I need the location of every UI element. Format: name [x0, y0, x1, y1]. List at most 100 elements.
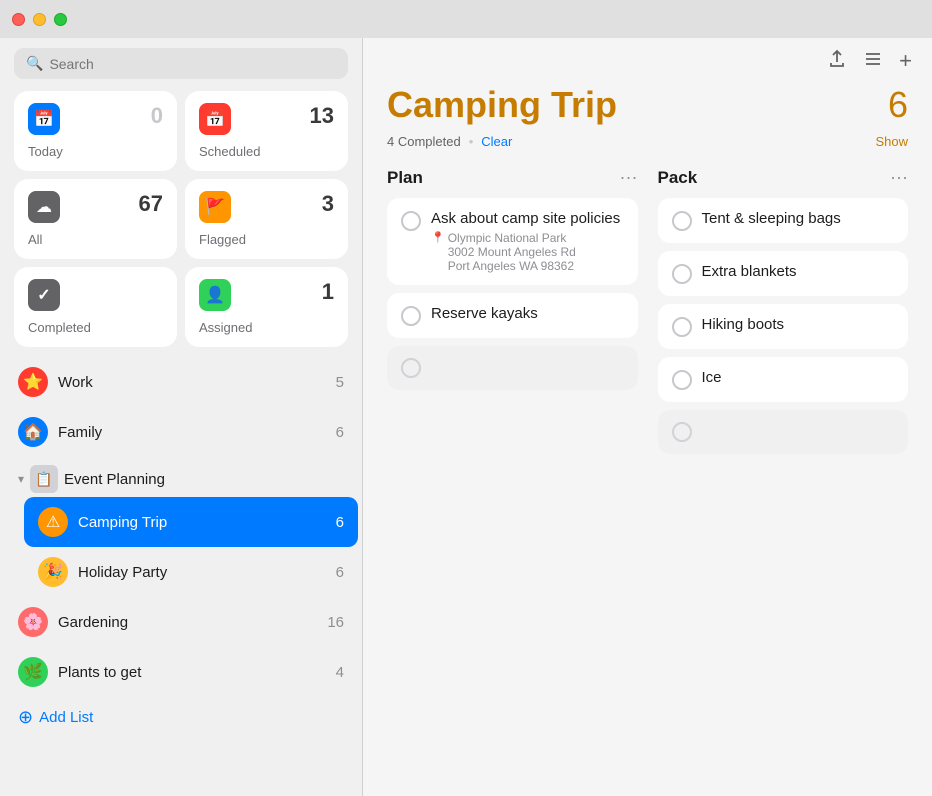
add-task-button[interactable]: + [899, 48, 912, 74]
task-content-3: Tent & sleeping bags [702, 210, 895, 227]
family-icon: 🏠 [18, 417, 48, 447]
task-ice[interactable]: Ice [658, 357, 909, 402]
assigned-icon: 👤 [199, 279, 231, 311]
holiday-party-count: 6 [336, 564, 344, 581]
all-icon: ☁ [28, 191, 60, 223]
list-item-plants-to-get[interactable]: 🌿 Plants to get 4 [4, 647, 358, 697]
task-placeholder-plan[interactable] [387, 346, 638, 390]
smart-list-completed[interactable]: ✓ Completed [14, 267, 177, 347]
list-title: Camping Trip [387, 84, 617, 126]
clear-button[interactable]: Clear [481, 134, 512, 149]
task-content-4: Extra blankets [702, 263, 895, 280]
task-checkbox-5[interactable] [672, 317, 692, 337]
task-reserve-kayaks[interactable]: Reserve kayaks [387, 293, 638, 338]
search-icon: 🔍 [26, 55, 43, 72]
search-bar[interactable]: 🔍 [14, 48, 348, 79]
scheduled-icon: 📅 [199, 103, 231, 135]
pack-column: Pack ··· Tent & sleeping bags [658, 167, 909, 462]
flagged-label: Flagged [199, 232, 334, 247]
camping-trip-label: Camping Trip [78, 514, 326, 531]
traffic-lights [12, 13, 67, 26]
location-icon: 📍 [431, 231, 445, 244]
list-item-work[interactable]: ⭐ Work 5 [4, 357, 358, 407]
plants-to-get-count: 4 [336, 664, 344, 681]
add-icon: ⊕ [18, 707, 33, 728]
plan-column: Plan ··· Ask about camp site policies 📍 … [387, 167, 638, 462]
task-name-6: Ice [702, 369, 895, 386]
camping-trip-icon: ⚠ [38, 507, 68, 537]
assigned-count: 1 [322, 279, 334, 305]
task-content-2: Reserve kayaks [431, 305, 624, 322]
flagged-icon: 🚩 [199, 191, 231, 223]
work-label: Work [58, 374, 326, 391]
task-checkbox-6[interactable] [672, 370, 692, 390]
family-label: Family [58, 424, 326, 441]
app-container: 🔍 📅 0 Today 📅 13 [0, 38, 932, 796]
sidebar: 🔍 📅 0 Today 📅 13 [0, 38, 363, 796]
list-item-camping-trip[interactable]: ⚠ Camping Trip 6 [24, 497, 358, 547]
work-count: 5 [336, 374, 344, 391]
task-extra-blankets[interactable]: Extra blankets [658, 251, 909, 296]
list-header: Camping Trip 6 [387, 84, 908, 126]
task-name-5: Hiking boots [702, 316, 895, 333]
task-location-1: 📍 Olympic National Park3002 Mount Angele… [431, 231, 624, 273]
show-button[interactable]: Show [875, 134, 908, 149]
family-count: 6 [336, 424, 344, 441]
group-icon: 📋 [30, 465, 58, 493]
toolbar: + [363, 38, 932, 84]
share-button[interactable] [827, 49, 847, 74]
task-ask-camp-site[interactable]: Ask about camp site policies 📍 Olympic N… [387, 198, 638, 285]
holiday-party-label: Holiday Party [78, 564, 326, 581]
smart-list-today[interactable]: 📅 0 Today [14, 91, 177, 171]
assigned-label: Assigned [199, 320, 334, 335]
today-count: 0 [151, 103, 163, 129]
list-view-button[interactable] [863, 49, 883, 74]
close-button[interactable] [12, 13, 25, 26]
gardening-icon: 🌸 [18, 607, 48, 637]
all-count: 67 [139, 191, 163, 217]
scheduled-label: Scheduled [199, 144, 334, 159]
task-content-6: Ice [702, 369, 895, 386]
smart-list-scheduled[interactable]: 📅 13 Scheduled [185, 91, 348, 171]
task-name-3: Tent & sleeping bags [702, 210, 895, 227]
task-tent-sleeping-bags[interactable]: Tent & sleeping bags [658, 198, 909, 243]
pack-column-header: Pack ··· [658, 167, 909, 188]
all-label: All [28, 232, 163, 247]
task-content-1: Ask about camp site policies 📍 Olympic N… [431, 210, 624, 273]
task-checkbox-1[interactable] [401, 211, 421, 231]
main-content: + Camping Trip 6 4 Completed • Clear Sho… [363, 38, 932, 796]
task-name-2: Reserve kayaks [431, 305, 624, 322]
pack-column-title: Pack [658, 168, 698, 188]
plan-column-title: Plan [387, 168, 423, 188]
holiday-party-icon: 🎉 [38, 557, 68, 587]
list-meta: 4 Completed • Clear Show [387, 134, 908, 149]
list-item-family[interactable]: 🏠 Family 6 [4, 407, 358, 457]
content-area: Camping Trip 6 4 Completed • Clear Show … [363, 84, 932, 796]
group-event-planning-header[interactable]: ▾ 📋 Event Planning [4, 457, 358, 497]
task-hiking-boots[interactable]: Hiking boots [658, 304, 909, 349]
task-checkbox-3[interactable] [672, 211, 692, 231]
task-checkbox-2[interactable] [401, 306, 421, 326]
list-item-holiday-party[interactable]: 🎉 Holiday Party 6 [24, 547, 358, 597]
task-checkbox-4[interactable] [672, 264, 692, 284]
chevron-down-icon: ▾ [18, 472, 24, 486]
today-label: Today [28, 144, 163, 159]
smart-list-flagged[interactable]: 🚩 3 Flagged [185, 179, 348, 259]
add-list-button[interactable]: ⊕ Add List [4, 697, 358, 738]
plan-more-button[interactable]: ··· [620, 167, 638, 188]
lists-section: ⭐ Work 5 🏠 Family 6 ▾ 📋 Event Planning [0, 357, 362, 796]
title-bar [0, 0, 932, 38]
search-input[interactable] [49, 56, 336, 72]
separator: • [469, 134, 474, 149]
plan-column-header: Plan ··· [387, 167, 638, 188]
list-item-gardening[interactable]: 🌸 Gardening 16 [4, 597, 358, 647]
minimize-button[interactable] [33, 13, 46, 26]
fullscreen-button[interactable] [54, 13, 67, 26]
smart-list-all[interactable]: ☁ 67 All [14, 179, 177, 259]
task-name-1: Ask about camp site policies [431, 210, 624, 227]
smart-list-assigned[interactable]: 👤 1 Assigned [185, 267, 348, 347]
location-text-1: Olympic National Park3002 Mount Angeles … [448, 231, 576, 273]
pack-more-button[interactable]: ··· [890, 167, 908, 188]
task-content-5: Hiking boots [702, 316, 895, 333]
task-placeholder-pack[interactable] [658, 410, 909, 454]
